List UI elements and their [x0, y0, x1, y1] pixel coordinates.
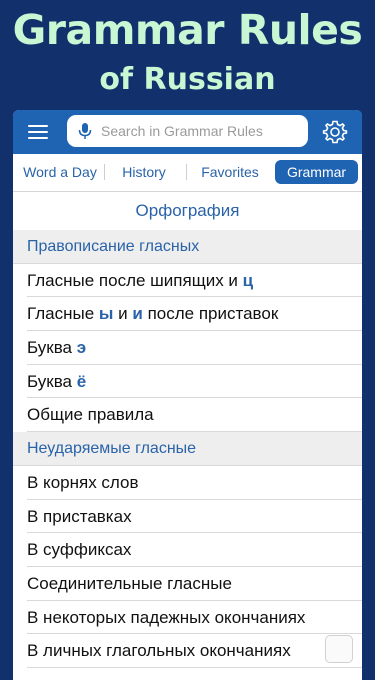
row-text: В личных глагольных окончаниях — [27, 641, 291, 661]
row-text: Гласные — [27, 304, 99, 324]
row-text: В суффиксах — [27, 540, 132, 560]
list-item[interactable]: Общие правила — [13, 398, 362, 432]
list-item[interactable]: В личных глагольных окончаниях — [13, 634, 362, 668]
segmented-tabs: Word a Day History Favorites Grammar — [13, 154, 362, 192]
list-item[interactable]: В некоторых падежных окончаниях — [13, 601, 362, 635]
tab-divider — [104, 164, 105, 180]
row-text: после приставок — [142, 304, 279, 324]
navigation-bar — [13, 110, 362, 154]
highlighted-letter: и — [132, 304, 143, 324]
search-input[interactable] — [101, 115, 301, 147]
row-text: Гласные после шипящих и — [27, 270, 243, 290]
list-item[interactable]: В приставках — [13, 500, 362, 534]
rules-list: Правописание гласных Гласные после шипящи… — [13, 230, 362, 668]
tab-word-a-day[interactable]: Word a Day — [17, 160, 103, 184]
highlighted-letter: ц — [242, 270, 254, 290]
list-item[interactable]: Буква э — [13, 331, 362, 365]
section-title: Орфография — [135, 201, 240, 220]
gear-icon[interactable] — [322, 119, 348, 145]
promo-subtitle: of Russian — [99, 62, 276, 97]
tab-divider — [186, 164, 187, 180]
highlighted-letter: ы — [98, 304, 114, 324]
row-text: В некоторых падежных окончаниях — [27, 607, 306, 627]
list-item[interactable]: В корнях слов — [13, 466, 362, 500]
promo-banner: Grammar Rules of Russian — [0, 0, 375, 110]
search-bar[interactable] — [67, 115, 308, 147]
list-item[interactable]: Гласные после шипящих и ц — [13, 264, 362, 298]
section-header: Неударяемые гласные — [13, 432, 362, 466]
app-screen: Word a Day History Favorites Grammar Орф… — [13, 110, 362, 680]
hamburger-menu-icon[interactable] — [25, 121, 51, 143]
row-text: Буква — [27, 338, 77, 358]
row-text: В приставках — [27, 506, 132, 526]
row-text: Соединительные гласные — [27, 573, 232, 593]
row-text: Буква — [27, 371, 77, 391]
list-item[interactable]: Гласные ы и и после приставок — [13, 297, 362, 331]
row-text: Общие правила — [27, 405, 154, 425]
row-text: В корнях слов — [27, 472, 139, 492]
row-text: Правописание гласных — [27, 238, 200, 255]
list-item[interactable]: Буква ё — [13, 365, 362, 399]
tab-history[interactable]: History — [107, 160, 181, 184]
row-text: Неударяемые гласные — [27, 440, 197, 458]
tab-grammar[interactable]: Grammar — [275, 160, 358, 184]
promo-title: Grammar Rules — [12, 6, 363, 54]
highlighted-letter: э — [76, 338, 87, 358]
highlighted-letter: ё — [76, 371, 87, 391]
tab-favorites[interactable]: Favorites — [190, 160, 270, 184]
list-item[interactable]: В суффиксах — [13, 533, 362, 567]
app-badge-icon — [325, 635, 353, 663]
row-text: и — [113, 304, 133, 324]
section-header: Правописание гласных — [13, 230, 362, 264]
microphone-icon[interactable] — [78, 123, 92, 140]
list-item[interactable]: Соединительные гласные — [13, 567, 362, 601]
